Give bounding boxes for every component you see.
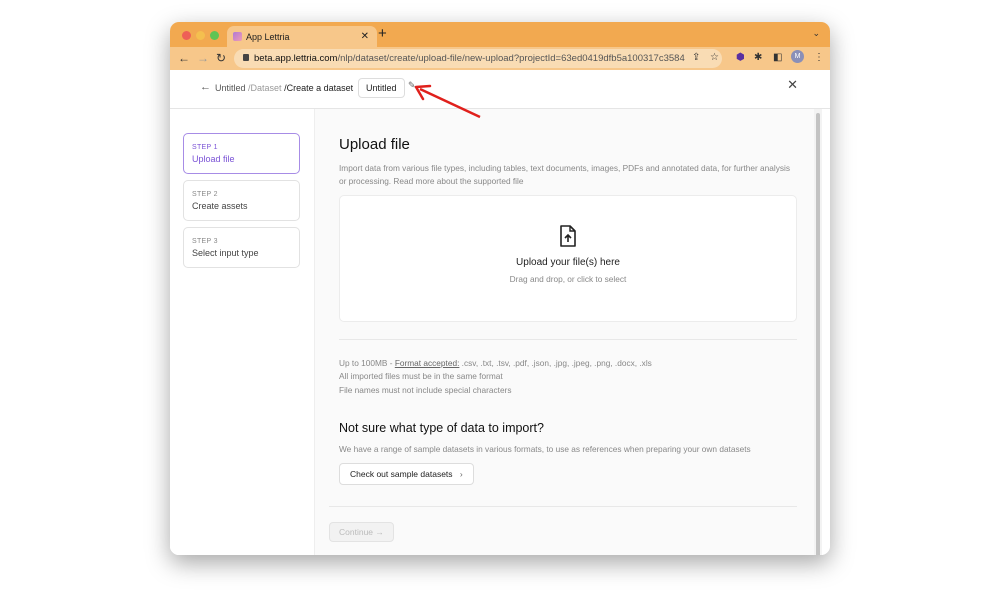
page-title: Upload file bbox=[339, 136, 410, 153]
format-accepted-link[interactable]: Format accepted: bbox=[395, 358, 460, 368]
browser-window: App Lettria ✕ + ⌄ ← → ↻ beta.app.lettria… bbox=[170, 22, 830, 555]
page-header: ← Untitled /Dataset /Create a dataset Un… bbox=[170, 70, 830, 109]
back-icon[interactable]: ← bbox=[178, 51, 190, 65]
page-description: Import data from various file types, inc… bbox=[339, 163, 791, 186]
arrow-right-icon: → bbox=[375, 527, 384, 537]
breadcrumb-project[interactable]: Untitled bbox=[215, 83, 246, 93]
avatar[interactable]: M bbox=[791, 50, 804, 63]
tab-bar: App Lettria ✕ + ⌄ bbox=[170, 22, 830, 47]
menu-icon[interactable]: ⋮ bbox=[814, 52, 824, 63]
annotation-arrow bbox=[414, 84, 481, 119]
url-host: beta.app.lettria.com bbox=[254, 53, 338, 64]
forward-icon[interactable]: → bbox=[197, 51, 209, 65]
breadcrumb-dataset[interactable]: /Dataset bbox=[248, 83, 282, 93]
close-window-button[interactable] bbox=[182, 31, 191, 40]
step-number: STEP 1 bbox=[192, 144, 218, 151]
step-label: Create assets bbox=[192, 201, 248, 211]
minimize-window-button[interactable] bbox=[196, 31, 205, 40]
scrollbar-thumb[interactable] bbox=[816, 113, 820, 555]
share-icon[interactable]: ⇪ bbox=[692, 52, 700, 63]
main-panel: Upload file Import data from various fil… bbox=[315, 109, 822, 555]
step-create-assets[interactable]: STEP 2 Create assets bbox=[183, 180, 300, 221]
address-bar-row: ← → ↻ beta.app.lettria.com/nlp/dataset/c… bbox=[170, 47, 830, 70]
dataset-name-field[interactable]: Untitled bbox=[358, 78, 405, 98]
button-label: Continue bbox=[339, 527, 374, 537]
check-sample-datasets-button[interactable]: Check out sample datasets › bbox=[339, 463, 474, 485]
step-select-input-type[interactable]: STEP 3 Select input type bbox=[183, 227, 300, 268]
puzzle-icon[interactable]: ✱ bbox=[754, 52, 762, 63]
file-upload-icon bbox=[560, 225, 576, 247]
star-icon[interactable]: ☆ bbox=[710, 52, 719, 63]
format-list: .csv, .txt, .tsv, .pdf, .json, .jpg, .jp… bbox=[459, 358, 652, 368]
file-dropzone[interactable]: Upload your file(s) here Drag and drop, … bbox=[339, 195, 797, 322]
divider bbox=[329, 506, 797, 507]
samples-heading: Not sure what type of data to import? bbox=[339, 421, 544, 435]
close-icon[interactable]: ✕ bbox=[787, 77, 798, 93]
same-format-rule: All imported files must be in the same f… bbox=[339, 371, 503, 382]
dropzone-title: Upload your file(s) here bbox=[516, 257, 620, 268]
chevron-down-icon[interactable]: ⌄ bbox=[812, 28, 820, 39]
scrollbar[interactable] bbox=[814, 109, 822, 555]
url-input[interactable]: beta.app.lettria.com/nlp/dataset/create/… bbox=[234, 49, 722, 68]
reload-icon[interactable]: ↻ bbox=[216, 51, 226, 65]
step-label: Upload file bbox=[192, 154, 235, 164]
chevron-right-icon: › bbox=[459, 469, 463, 479]
browser-tab[interactable]: App Lettria ✕ bbox=[227, 26, 377, 47]
file-name-rule: File names must not include special char… bbox=[339, 384, 512, 395]
samples-description: We have a range of sample datasets in va… bbox=[339, 444, 751, 454]
new-tab-button[interactable]: + bbox=[378, 25, 387, 42]
button-label: Check out sample datasets bbox=[350, 469, 453, 479]
url-path: /nlp/dataset/create/upload-file/new-uplo… bbox=[337, 53, 685, 64]
step-label: Select input type bbox=[192, 248, 259, 258]
upload-rules: Up to 100MB - Format accepted: .csv, .tx… bbox=[339, 357, 652, 397]
extension-icon[interactable]: ⬢ bbox=[736, 52, 745, 63]
divider bbox=[339, 339, 797, 340]
steps-sidebar: STEP 1 Upload file STEP 2 Create assets … bbox=[170, 109, 315, 555]
app-content: ← Untitled /Dataset /Create a dataset Un… bbox=[170, 70, 830, 555]
close-tab-icon[interactable]: ✕ bbox=[361, 31, 369, 42]
lock-icon bbox=[243, 54, 249, 61]
step-upload-file[interactable]: STEP 1 Upload file bbox=[183, 133, 300, 174]
breadcrumb: Untitled /Dataset /Create a dataset bbox=[215, 83, 353, 93]
sidebar-icon[interactable]: ◧ bbox=[773, 52, 782, 63]
step-number: STEP 3 bbox=[192, 238, 218, 245]
breadcrumb-current: /Create a dataset bbox=[284, 83, 354, 93]
step-number: STEP 2 bbox=[192, 191, 218, 198]
tab-title: App Lettria bbox=[246, 32, 290, 42]
maximize-window-button[interactable] bbox=[210, 31, 219, 40]
dropzone-subtitle: Drag and drop, or click to select bbox=[509, 274, 627, 284]
size-limit: Up to 100MB - bbox=[339, 358, 395, 368]
back-arrow-icon[interactable]: ← bbox=[200, 81, 211, 93]
favicon-icon bbox=[233, 32, 242, 41]
continue-button[interactable]: Continue → bbox=[329, 522, 394, 542]
